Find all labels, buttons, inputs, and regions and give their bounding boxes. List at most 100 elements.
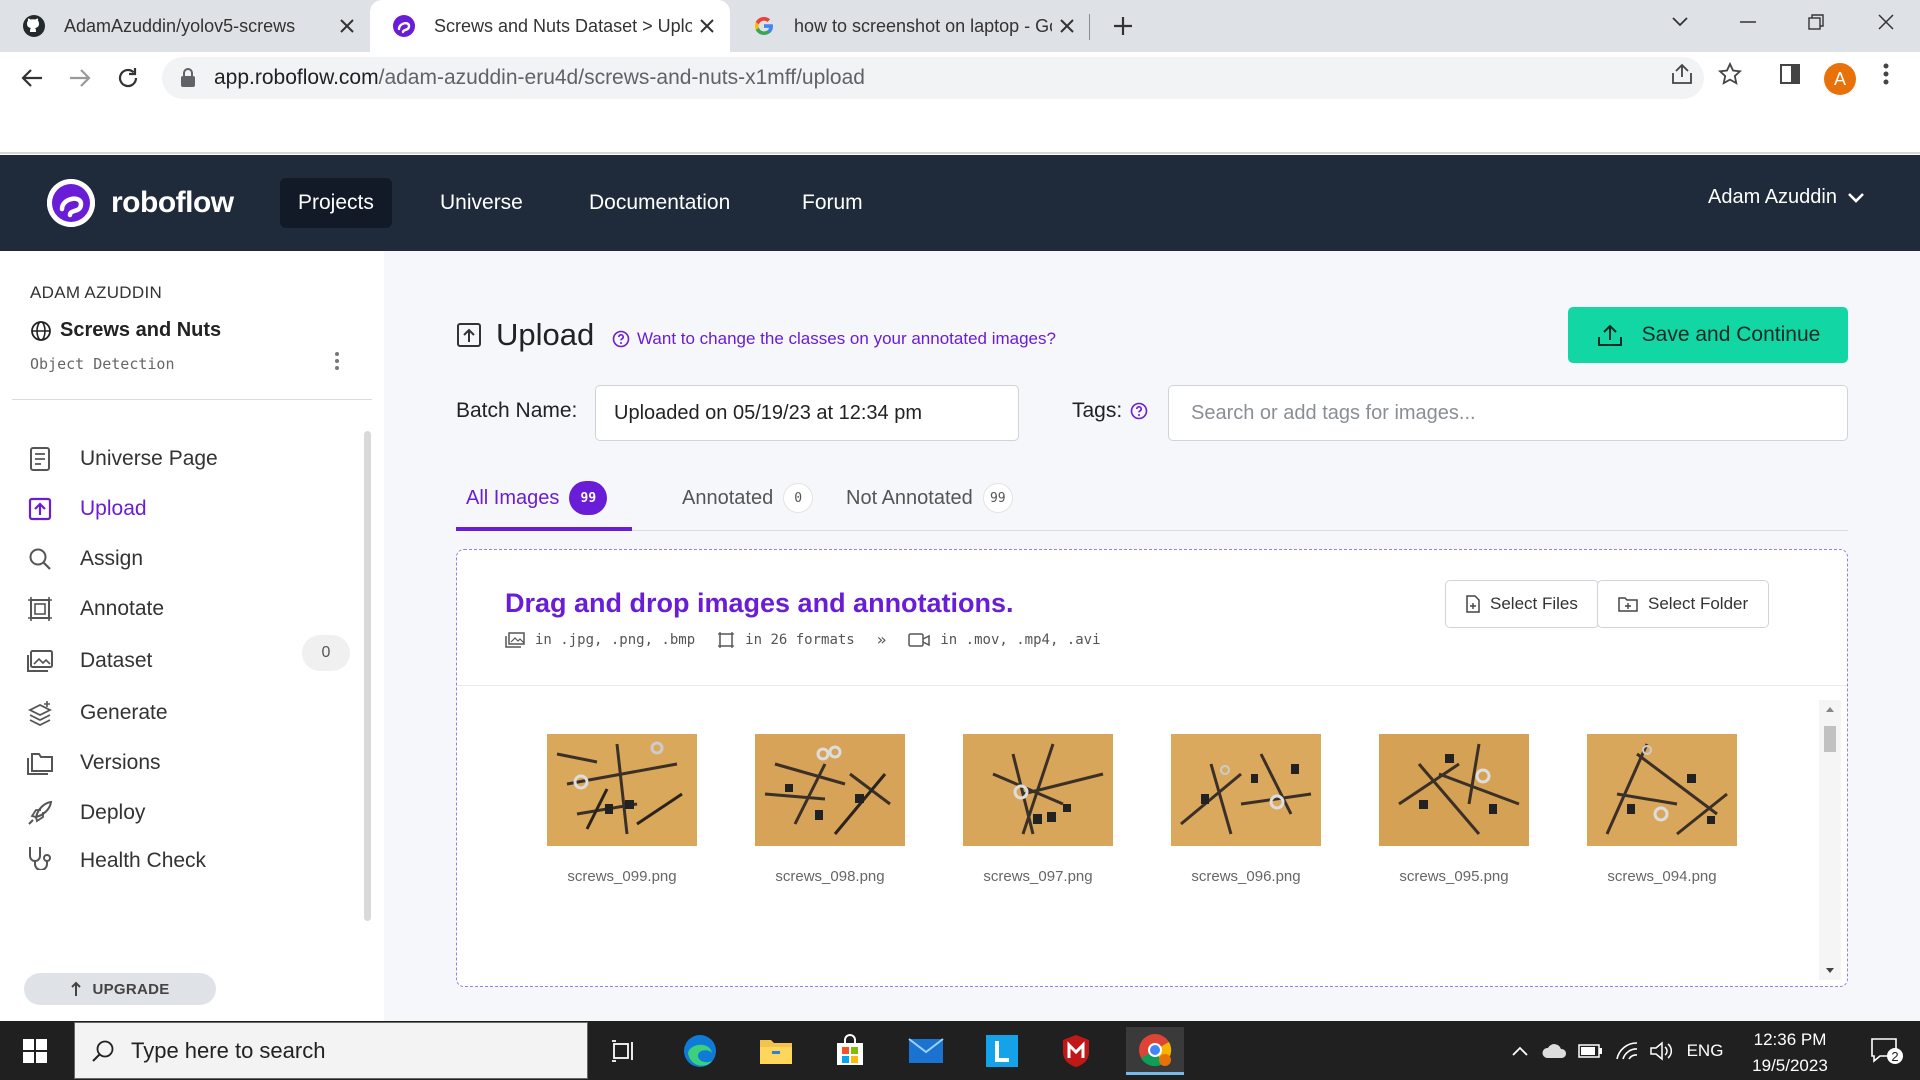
image-thumbnail[interactable]: screws_097.png <box>963 734 1113 885</box>
file-explorer-icon[interactable] <box>752 1027 800 1075</box>
sidebar-item-generate[interactable]: Generate <box>24 691 354 735</box>
onedrive-icon[interactable] <box>1540 1037 1570 1065</box>
nav-universe[interactable]: Universe <box>422 178 541 228</box>
image-thumbnail[interactable]: screws_094.png <box>1587 734 1737 885</box>
batch-name-input[interactable] <box>595 385 1019 441</box>
sidebar-item-label: Versions <box>80 751 161 774</box>
project-options-icon[interactable] <box>334 351 344 377</box>
upload-icon <box>457 323 481 347</box>
bookmark-star-icon[interactable] <box>1716 60 1744 88</box>
project-type: Object Detection <box>30 355 175 373</box>
nav-projects[interactable]: Projects <box>280 178 392 228</box>
close-tab-icon[interactable] <box>332 11 362 41</box>
user-menu[interactable]: Adam Azuddin <box>1708 186 1865 209</box>
screws-photo <box>963 734 1113 846</box>
forward-button[interactable] <box>62 60 98 96</box>
browser-tab-google[interactable]: how to screenshot on laptop - Go <box>730 0 1090 52</box>
battery-icon[interactable] <box>1576 1037 1606 1065</box>
screws-photo <box>547 734 697 846</box>
count-badge: 99 <box>569 481 608 515</box>
kebab-menu-icon[interactable] <box>1872 60 1900 88</box>
notification-center-icon[interactable]: 2 <box>1866 1037 1908 1065</box>
chevron-up-icon[interactable] <box>1508 1037 1532 1065</box>
active-tab-indicator <box>456 527 632 531</box>
url-bar[interactable]: app.roboflow.com/adam-azuddin-eru4d/scre… <box>162 57 1704 99</box>
tab-search-button[interactable] <box>1650 0 1710 44</box>
folder-icon <box>1618 597 1638 612</box>
tab-not-annotated[interactable]: Not Annotated 99 <box>846 465 1013 531</box>
taskbar-search-box[interactable]: Type here to search <box>74 1022 588 1079</box>
image-thumbnail[interactable]: screws_099.png <box>547 734 697 885</box>
roboflow-logo-icon <box>47 179 95 227</box>
chrome-icon[interactable] <box>1126 1027 1184 1075</box>
browser-tab-github[interactable]: AdamAzuddin/yolov5-screws <box>0 0 370 52</box>
mcafee-icon[interactable] <box>1052 1027 1100 1075</box>
upgrade-button[interactable]: UPGRADE <box>24 973 216 1005</box>
help-circle-icon[interactable] <box>1130 402 1148 420</box>
task-view-icon[interactable] <box>600 1027 648 1075</box>
close-window-button[interactable] <box>1856 0 1916 44</box>
change-classes-link[interactable]: Want to change the classes on your annot… <box>612 329 1056 349</box>
new-tab-button[interactable] <box>1108 11 1138 41</box>
sidebar-item-versions[interactable]: Versions <box>24 741 354 785</box>
sidebar-item-annotate[interactable]: Annotate <box>24 587 354 631</box>
scroll-up-icon[interactable] <box>1819 700 1841 718</box>
search-icon <box>92 1040 114 1062</box>
image-filename: screws_096.png <box>1191 868 1301 885</box>
back-button[interactable] <box>14 60 50 96</box>
browser-tab-roboflow[interactable]: Screws and Nuts Dataset > Uplo… <box>370 0 730 52</box>
image-filename: screws_094.png <box>1607 868 1717 885</box>
thumbnail-scrollbar[interactable] <box>1819 700 1841 980</box>
address-toolbar: app.roboflow.com/adam-azuddin-eru4d/scre… <box>0 52 1920 104</box>
folders-icon <box>24 747 56 779</box>
sidebar-scrollbar[interactable] <box>364 431 371 921</box>
image-thumbnail[interactable]: screws_098.png <box>755 734 905 885</box>
close-tab-icon[interactable] <box>1052 11 1082 41</box>
bounding-box-icon <box>718 631 735 648</box>
roboflow-logo[interactable]: roboflow <box>47 179 234 227</box>
start-button[interactable] <box>14 1033 56 1069</box>
wifi-icon[interactable] <box>1612 1037 1642 1065</box>
image-thumbnail[interactable]: screws_095.png <box>1379 734 1529 885</box>
sidebar-item-deploy[interactable]: Deploy <box>24 791 354 835</box>
profile-avatar[interactable]: A <box>1824 63 1856 95</box>
browser-tab-strip: AdamAzuddin/yolov5-screws Screws and Nut… <box>0 0 1920 52</box>
reload-button[interactable] <box>110 60 146 96</box>
share-icon[interactable] <box>1668 60 1696 88</box>
microsoft-store-icon[interactable] <box>826 1027 874 1075</box>
sidebar-item-assign[interactable]: Assign <box>24 537 354 581</box>
l-app-icon[interactable] <box>978 1027 1026 1075</box>
screws-photo <box>755 734 905 846</box>
scroll-down-icon[interactable] <box>1819 962 1841 980</box>
sidebar-item-upload[interactable]: Upload <box>24 487 354 531</box>
tab-all-images[interactable]: All Images 99 <box>466 465 608 531</box>
upload-dropzone[interactable]: Drag and drop images and annotations. in… <box>456 549 1848 987</box>
restore-button[interactable] <box>1786 0 1846 44</box>
side-panel-icon[interactable] <box>1776 60 1804 88</box>
select-folder-button[interactable]: Select Folder <box>1597 580 1770 628</box>
images-icon <box>24 645 56 677</box>
select-files-button[interactable]: Select Files <box>1445 580 1599 628</box>
tab-annotated[interactable]: Annotated 0 <box>682 465 814 531</box>
mail-icon[interactable] <box>902 1027 950 1075</box>
sidebar-item-label: Dataset <box>80 649 153 672</box>
project-name[interactable]: Screws and Nuts <box>30 319 221 342</box>
image-filename: screws_095.png <box>1399 868 1509 885</box>
scrollbar-thumb[interactable] <box>1824 726 1836 752</box>
page-title: Upload <box>456 317 594 353</box>
tags-input[interactable] <box>1168 385 1848 441</box>
nav-forum[interactable]: Forum <box>784 178 881 228</box>
sidebar-item-health-check[interactable]: Health Check <box>24 841 354 871</box>
image-thumbnail[interactable]: screws_096.png <box>1171 734 1321 885</box>
sidebar-item-universe-page[interactable]: Universe Page <box>24 437 354 481</box>
more-formats-chevron[interactable]: » <box>877 630 887 649</box>
lock-icon <box>180 68 200 88</box>
minimize-button[interactable] <box>1718 0 1778 44</box>
system-clock[interactable]: 12:36 PM 19/5/2023 <box>1720 1027 1860 1079</box>
windows-taskbar: Type here to search ENG 12:36 PM 19/5/20… <box>0 1021 1920 1080</box>
save-and-continue-button[interactable]: Save and Continue <box>1568 307 1848 363</box>
nav-documentation[interactable]: Documentation <box>571 178 748 228</box>
edge-browser-icon[interactable] <box>676 1027 724 1075</box>
close-tab-icon[interactable] <box>692 11 722 41</box>
volume-icon[interactable] <box>1646 1037 1676 1065</box>
